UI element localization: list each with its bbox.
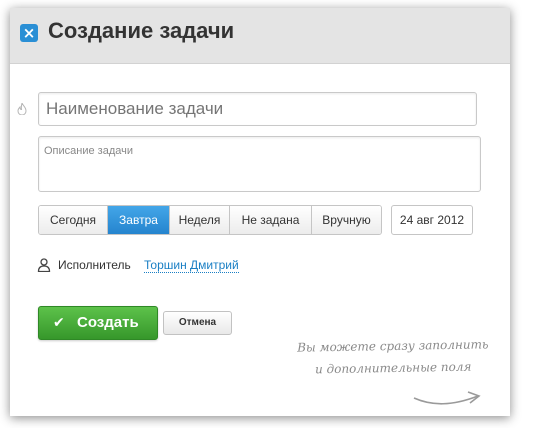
flame-icon xyxy=(17,103,27,115)
create-button[interactable]: ✔ Создать xyxy=(38,306,158,340)
hint-line-2: и дополнительные поля xyxy=(314,359,472,377)
date-field[interactable]: 24 авг 2012 xyxy=(391,205,473,235)
deadline-manual-button[interactable]: Вручную xyxy=(312,206,381,234)
deadline-selector: Сегодня Завтра Неделя Не задана Вручную xyxy=(38,205,382,235)
task-name-input[interactable] xyxy=(38,92,477,126)
assignee-label: Исполнитель xyxy=(58,258,131,272)
check-icon: ✔ xyxy=(53,315,65,331)
deadline-tomorrow-button[interactable]: Завтра xyxy=(108,206,170,234)
hint-text: Вы можете сразу заполнить и дополнительн… xyxy=(293,333,494,380)
arrow-icon xyxy=(413,391,481,405)
deadline-week-button[interactable]: Неделя xyxy=(170,206,230,234)
task-description-input[interactable]: Описание задачи xyxy=(38,136,481,192)
deadline-none-button[interactable]: Не задана xyxy=(230,206,312,234)
person-icon xyxy=(37,258,51,272)
task-dialog: × Создание задачи Описание задачи Сегодн… xyxy=(10,8,510,416)
close-icon[interactable]: × xyxy=(20,24,38,42)
assignee-link[interactable]: Торшин Дмитрий xyxy=(144,258,239,273)
dialog-title: Создание задачи xyxy=(48,18,235,43)
create-button-label: Создать xyxy=(77,314,139,331)
deadline-today-button[interactable]: Сегодня xyxy=(39,206,108,234)
cancel-button[interactable]: Отмена xyxy=(163,311,232,335)
dialog-header: × Создание задачи xyxy=(10,8,510,64)
